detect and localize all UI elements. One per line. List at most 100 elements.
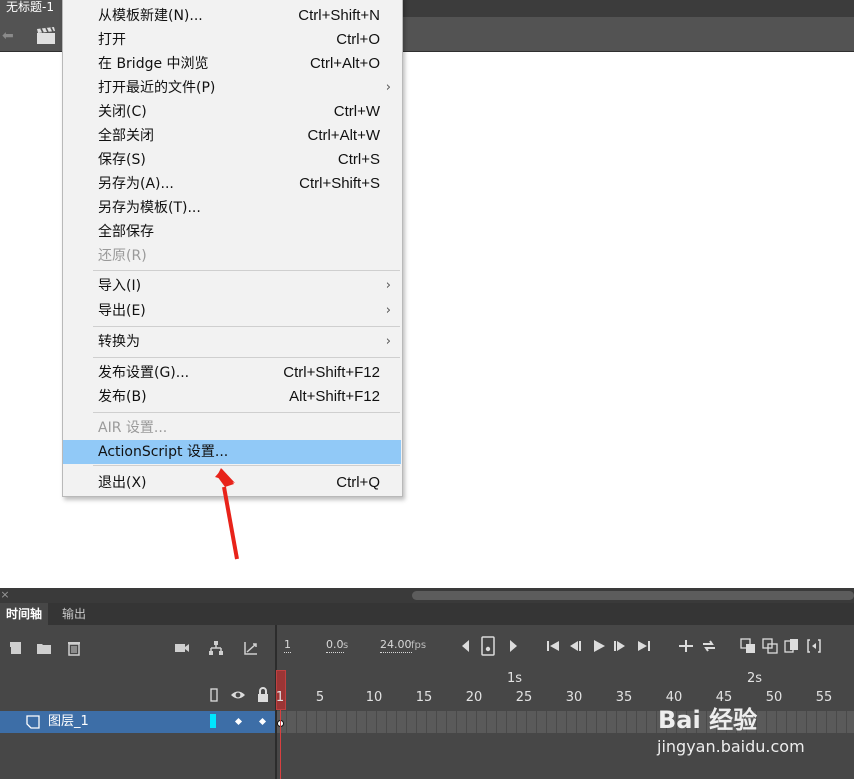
menu-item[interactable]: 导出(E) › (63, 299, 401, 323)
menu-item[interactable]: 在 Bridge 中浏览 Ctrl+Alt+O (63, 52, 401, 76)
ruler-frame-label: 5 (315, 690, 325, 705)
layer-color-swatch[interactable] (210, 714, 216, 728)
eye-icon[interactable] (230, 687, 246, 703)
ruler-frame-label: 35 (615, 690, 633, 705)
panel-tab-strip (0, 603, 854, 625)
frame-rate-unit: fps (411, 640, 427, 651)
menu-item-label: 退出(X) (98, 475, 147, 491)
onion-skin-icon[interactable] (740, 638, 756, 654)
menu-item-label: 全部关闭 (98, 128, 154, 144)
menu-item: 还原(R) (63, 244, 401, 268)
menu-item-label: 转换为 (98, 334, 140, 350)
menu-item-label: 全部保存 (98, 224, 154, 240)
menu-item-label: 还原(R) (98, 248, 147, 264)
menu-item[interactable]: 关闭(C) Ctrl+W (63, 100, 401, 124)
tab-output[interactable]: 输出 (52, 603, 96, 625)
frame-rate-value[interactable]: 24.00 (380, 638, 412, 653)
menu-item-shortcut: Ctrl+Shift+N (298, 7, 380, 24)
menu-item[interactable]: 保存(S) Ctrl+S (63, 148, 401, 172)
menu-item[interactable]: 从模板新建(N)... Ctrl+Shift+N (63, 4, 401, 28)
ruler-second-label: 1s (507, 671, 523, 686)
ruler-frame-label: 55 (815, 690, 833, 705)
new-layer-icon[interactable] (8, 640, 24, 656)
menu-item-shortcut: Ctrl+W (333, 103, 380, 120)
watermark-url: jingyan.baidu.com (657, 737, 805, 756)
menu-item-label: 发布设置(G)... (98, 365, 190, 381)
submenu-chevron-icon: › (385, 334, 391, 349)
menu-item[interactable]: 全部关闭 Ctrl+Alt+W (63, 124, 401, 148)
menu-separator (93, 357, 400, 358)
step-forward-icon[interactable] (505, 638, 521, 654)
layer-frames[interactable] (277, 711, 854, 733)
onion-outline-icon[interactable] (762, 638, 778, 654)
ruler-frame-label: 50 (765, 690, 783, 705)
menu-item-shortcut: Ctrl+Shift+F12 (283, 364, 380, 381)
menu-item-label: ActionScript 设置... (98, 444, 229, 460)
menu-separator (93, 412, 400, 413)
outline-icon[interactable] (206, 687, 222, 703)
ruler-frame-label: 40 (665, 690, 683, 705)
scene-clapper-icon[interactable] (36, 27, 56, 45)
ruler-frame-label: 20 (465, 690, 483, 705)
layer-name[interactable]: 图层_1 (48, 713, 89, 731)
go-last-icon[interactable] (636, 638, 652, 654)
edit-multiple-icon[interactable] (784, 638, 800, 654)
menu-item-label: 另存为模板(T)... (98, 200, 201, 216)
menu-item-shortcut: Ctrl+Alt+W (307, 127, 380, 144)
menu-item-shortcut: Alt+Shift+F12 (289, 388, 380, 405)
next-frame-icon[interactable] (612, 638, 628, 654)
center-frame-icon[interactable] (678, 638, 694, 654)
close-icon[interactable]: × (0, 588, 10, 603)
menu-item[interactable]: 导入(I) › (63, 274, 401, 298)
menu-item-shortcut: Ctrl+Shift+S (299, 175, 380, 192)
insert-keyframe-icon[interactable] (480, 636, 496, 656)
ruler-frame-label: 10 (365, 690, 383, 705)
layer-parenting-icon[interactable] (208, 640, 224, 656)
loop-icon[interactable] (701, 638, 717, 654)
tab-timeline[interactable]: 时间轴 (0, 603, 48, 625)
menu-item-label: 打开最近的文件(P) (98, 80, 216, 96)
menu-item-label: AIR 设置... (98, 420, 168, 436)
annotation-arrow (215, 468, 239, 560)
prev-frame-icon[interactable] (567, 638, 583, 654)
menu-item-label: 另存为(A)... (98, 176, 174, 192)
menu-item[interactable]: 另存为(A)... Ctrl+Shift+S (63, 172, 401, 196)
menu-item[interactable]: ActionScript 设置... (63, 440, 401, 464)
ruler-frame-label: 15 (415, 690, 433, 705)
menu-item[interactable]: 另存为模板(T)... (63, 196, 401, 220)
step-back-icon[interactable] (458, 638, 474, 654)
layer-icon (26, 714, 40, 729)
menu-item-label: 从模板新建(N)... (98, 8, 203, 24)
document-title: 无标题-1 (6, 0, 54, 14)
delete-layer-icon[interactable] (66, 640, 82, 656)
graph-icon[interactable] (243, 640, 259, 656)
menu-item-label: 打开 (98, 32, 126, 48)
menu-item[interactable]: 全部保存 (63, 220, 401, 244)
menu-item[interactable]: 打开 Ctrl+O (63, 28, 401, 52)
ruler-second-label: 2s (747, 671, 763, 686)
ruler-frame-label: 45 (715, 690, 733, 705)
menu-item[interactable]: 发布设置(G)... Ctrl+Shift+F12 (63, 361, 401, 385)
menu-item[interactable]: 打开最近的文件(P) › (63, 76, 401, 100)
back-arrow-icon[interactable]: ⬅ (2, 29, 20, 43)
menu-item-shortcut: Ctrl+Alt+O (309, 55, 380, 72)
ruler-frame-label: 1 (275, 690, 285, 705)
submenu-chevron-icon: › (385, 303, 391, 318)
elapsed-time-value[interactable]: 0.0 (326, 638, 344, 653)
menu-item-label: 在 Bridge 中浏览 (98, 56, 209, 72)
menu-item-shortcut: Ctrl+S (337, 151, 380, 168)
new-folder-icon[interactable] (36, 640, 52, 656)
menu-item[interactable]: 转换为 › (63, 330, 401, 354)
modify-markers-icon[interactable] (806, 638, 822, 654)
menu-item: AIR 设置... (63, 416, 401, 440)
layer-row[interactable] (0, 711, 275, 733)
camera-icon[interactable] (174, 640, 190, 656)
document-tab[interactable]: 无标题-1 (0, 0, 62, 17)
go-first-icon[interactable] (545, 638, 561, 654)
scrollbar-thumb[interactable] (412, 591, 854, 600)
time-unit: s (343, 640, 349, 651)
menu-item[interactable]: 发布(B) Alt+Shift+F12 (63, 385, 401, 409)
current-frame-value[interactable]: 1 (284, 638, 291, 653)
play-icon[interactable] (591, 638, 607, 654)
submenu-chevron-icon: › (385, 278, 391, 293)
